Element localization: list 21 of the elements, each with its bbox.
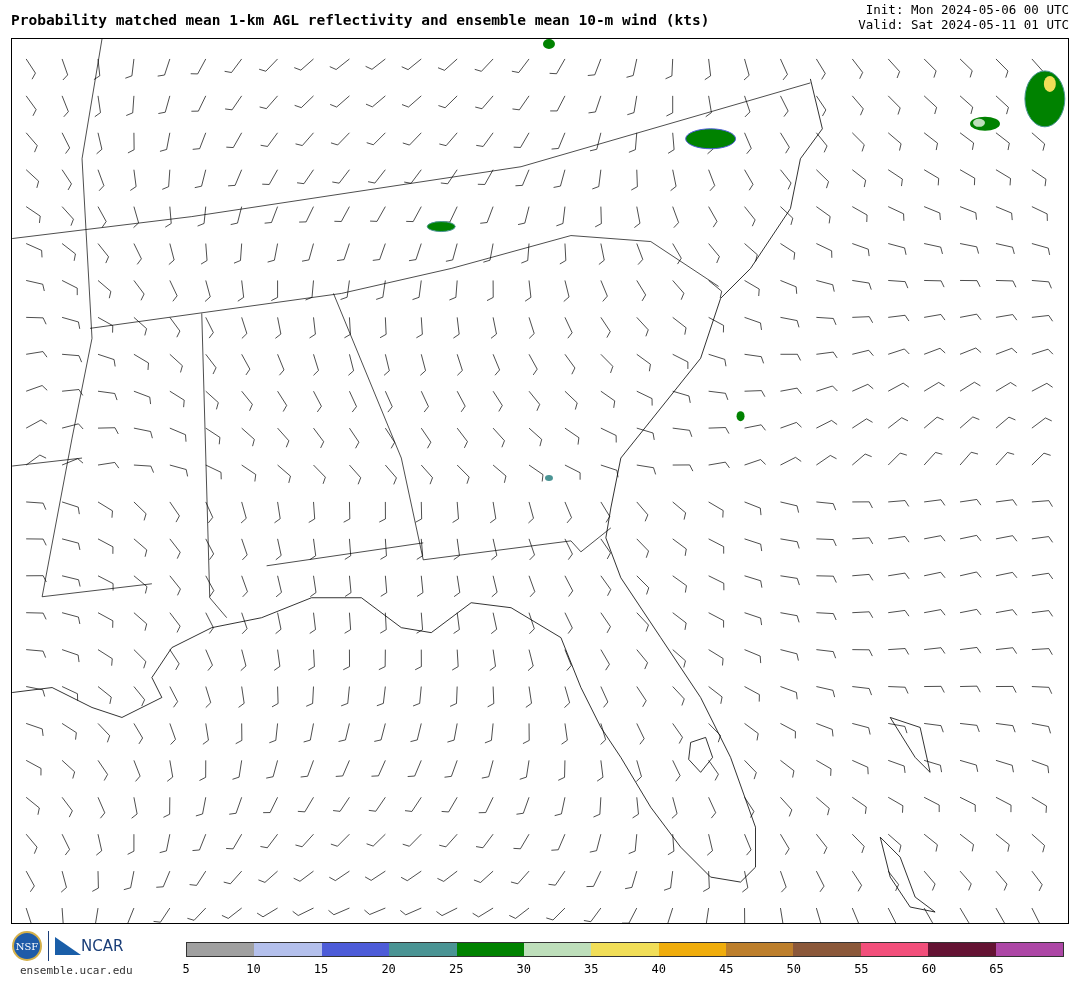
lake-outline xyxy=(688,737,713,773)
ncar-mark-icon xyxy=(55,937,81,955)
scale-tick-label: 30 xyxy=(516,962,531,976)
scale-tick-label: 25 xyxy=(448,962,464,976)
scale-tick-label: 20 xyxy=(381,962,396,976)
scale-tick-label: 10 xyxy=(246,962,261,976)
scale-tick-label: 45 xyxy=(719,962,734,976)
scale-tick-label: 60 xyxy=(921,962,937,976)
scale-tick-label: 15 xyxy=(313,962,329,976)
nsf-logo: NSF xyxy=(12,931,42,961)
site-url: ensemble.ucar.edu xyxy=(20,964,133,977)
scale-tick-label: 55 xyxy=(854,962,869,976)
scale-tick-label: 50 xyxy=(786,962,802,976)
scale-tick-label: 35 xyxy=(584,962,599,976)
scale-tick-label: 65 xyxy=(989,962,1004,976)
valid-time: Valid: Sat 2024-05-11 01 UTC xyxy=(858,17,1069,32)
init-time: Init: Mon 2024-05-06 00 UTC xyxy=(864,2,1069,17)
scale-tick-label: 5 xyxy=(182,962,190,976)
plot-title: Probability matched mean 1-km AGL reflectivity and ensemble mean 10-m wind (kts) xyxy=(11,12,710,30)
ncar-logo-text: NCAR xyxy=(81,937,124,955)
scale-tick-label: 40 xyxy=(651,962,666,976)
